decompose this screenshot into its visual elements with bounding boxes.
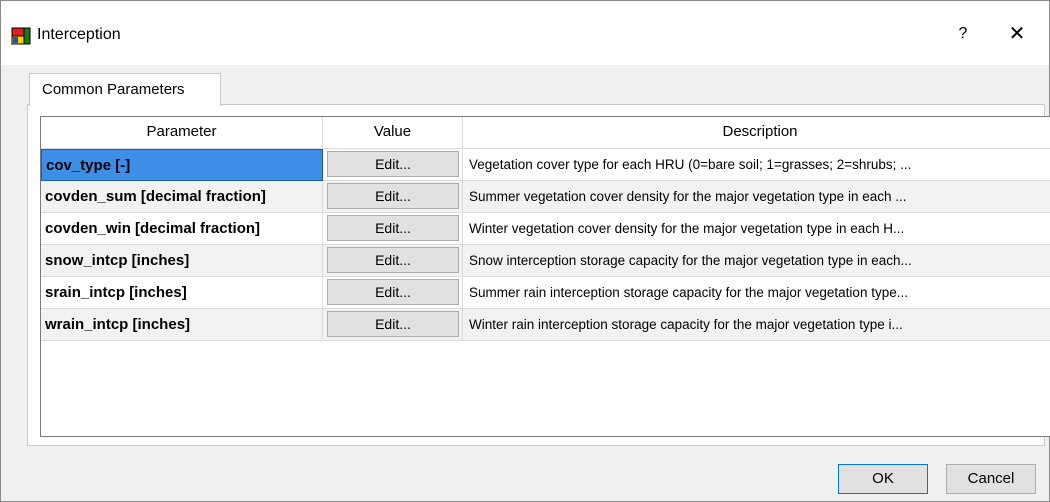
description-cell: Winter rain interception storage capacit…	[463, 309, 1050, 341]
description-cell: Vegetation cover type for each HRU (0=ba…	[463, 149, 1050, 181]
table-row[interactable]: srain_intcp [inches] Edit... Summer rain…	[41, 277, 1050, 309]
value-cell: Edit...	[323, 309, 463, 341]
app-icon	[11, 25, 31, 45]
description-cell: Snow interception storage capacity for t…	[463, 245, 1050, 277]
ok-button[interactable]: OK	[838, 464, 928, 494]
edit-button[interactable]: Edit...	[327, 279, 459, 305]
table-row[interactable]: covden_win [decimal fraction] Edit... Wi…	[41, 213, 1050, 245]
parameter-cell[interactable]: covden_sum [decimal fraction]	[41, 181, 323, 213]
close-icon[interactable]: ✕	[997, 21, 1037, 47]
value-cell: Edit...	[323, 181, 463, 213]
parameter-cell[interactable]: snow_intcp [inches]	[41, 245, 323, 277]
window-title: Interception	[37, 26, 121, 43]
value-cell: Edit...	[323, 149, 463, 181]
column-header-description[interactable]: Description	[463, 117, 1050, 148]
cancel-button[interactable]: Cancel	[946, 464, 1036, 494]
parameter-cell[interactable]: wrain_intcp [inches]	[41, 309, 323, 341]
edit-button[interactable]: Edit...	[327, 215, 459, 241]
table-header: Parameter Value Description	[41, 117, 1050, 149]
table-row[interactable]: wrain_intcp [inches] Edit... Winter rain…	[41, 309, 1050, 341]
parameter-cell[interactable]: srain_intcp [inches]	[41, 277, 323, 309]
value-cell: Edit...	[323, 213, 463, 245]
value-cell: Edit...	[323, 245, 463, 277]
edit-button[interactable]: Edit...	[327, 151, 459, 177]
value-cell: Edit...	[323, 277, 463, 309]
description-cell: Summer vegetation cover density for the …	[463, 181, 1050, 213]
description-cell: Winter vegetation cover density for the …	[463, 213, 1050, 245]
column-header-parameter[interactable]: Parameter	[41, 117, 323, 148]
tab-label: Common Parameters	[42, 81, 185, 98]
title-bar: Interception ? ✕	[1, 1, 1049, 65]
edit-button[interactable]: Edit...	[327, 183, 459, 209]
tab-common-parameters[interactable]: Common Parameters	[29, 73, 221, 106]
parameter-cell[interactable]: covden_win [decimal fraction]	[41, 213, 323, 245]
table-row[interactable]: covden_sum [decimal fraction] Edit... Su…	[41, 181, 1050, 213]
edit-button[interactable]: Edit...	[327, 247, 459, 273]
help-button[interactable]: ?	[945, 21, 981, 47]
description-cell: Summer rain interception storage capacit…	[463, 277, 1050, 309]
parameters-table: Parameter Value Description cov_type [-]…	[40, 116, 1050, 437]
column-header-value[interactable]: Value	[323, 117, 463, 148]
parameter-cell[interactable]: cov_type [-]	[41, 149, 323, 181]
table-row[interactable]: snow_intcp [inches] Edit... Snow interce…	[41, 245, 1050, 277]
edit-button[interactable]: Edit...	[327, 311, 459, 337]
table-row[interactable]: cov_type [-] Edit... Vegetation cover ty…	[41, 149, 1050, 181]
